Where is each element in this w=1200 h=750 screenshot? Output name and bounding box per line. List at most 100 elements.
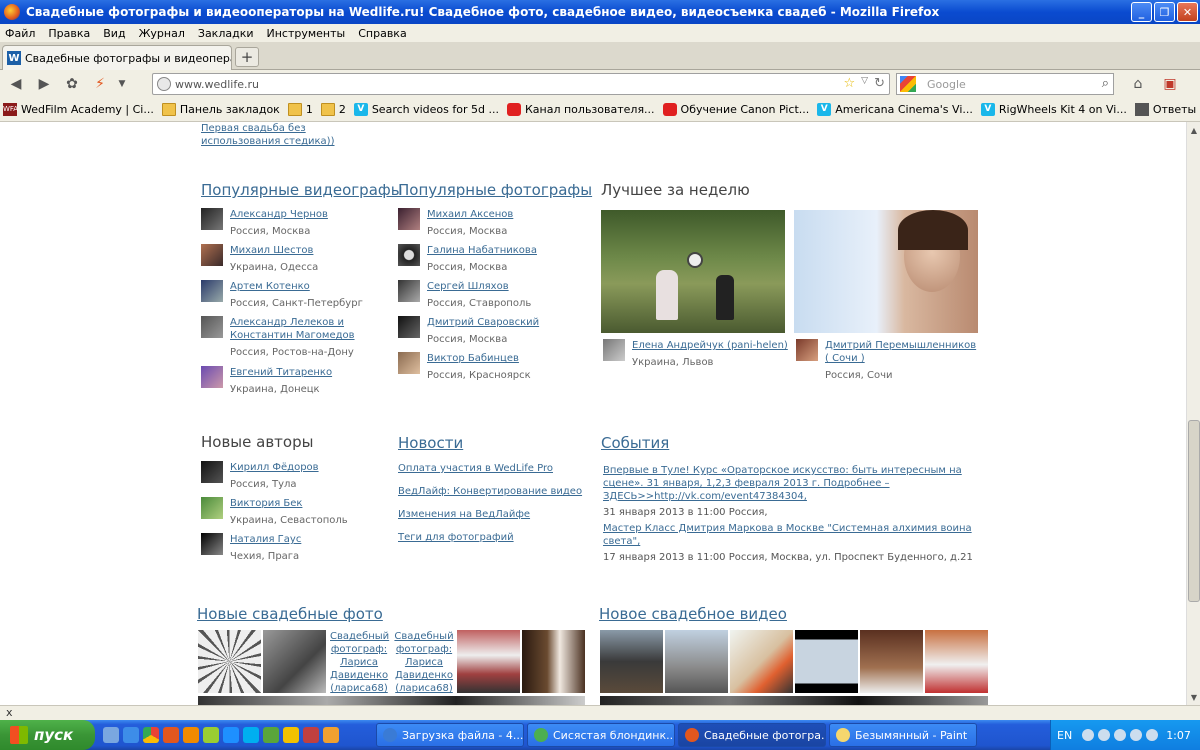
videographer-item[interactable]: Михаил Шестов Украина, Одесса: [201, 244, 396, 274]
best-week-author[interactable]: Дмитрий Перемышленников ( Сочи ) Россия, …: [796, 339, 981, 382]
scroll-down-icon[interactable]: ▼: [1188, 690, 1200, 704]
photographer-item[interactable]: Михаил Аксенов Россия, Москва: [398, 208, 588, 238]
skype-icon[interactable]: [243, 727, 259, 743]
photo-thumb[interactable]: [198, 696, 585, 705]
tray-icon[interactable]: [1098, 729, 1111, 741]
photographers-heading[interactable]: Популярные фотографы: [398, 181, 592, 199]
photo-thumb[interactable]: [457, 630, 520, 693]
menu-tools[interactable]: Инструменты: [267, 27, 346, 40]
start-button[interactable]: пуск: [0, 720, 95, 750]
video-thumb[interactable]: [730, 630, 793, 693]
ie-icon[interactable]: [123, 727, 139, 743]
menu-history[interactable]: Журнал: [139, 27, 185, 40]
restore-button[interactable]: ❐: [1154, 2, 1175, 22]
taskbar-window[interactable]: Свадебные фотогра...: [678, 723, 826, 747]
dropdown-icon[interactable]: ▼: [116, 73, 128, 95]
tray-icon[interactable]: [1114, 729, 1127, 741]
chrome-icon[interactable]: [143, 727, 159, 743]
forward-icon[interactable]: ▶: [32, 73, 56, 95]
status-close-icon[interactable]: x: [6, 706, 13, 719]
scroll-up-icon[interactable]: ▲: [1188, 123, 1200, 137]
taskbar-window[interactable]: Безымянный - Paint: [829, 723, 977, 747]
app-icon[interactable]: [203, 727, 219, 743]
news-item[interactable]: Теги для фотографий: [398, 532, 514, 543]
event-item[interactable]: Мастер Класс Дмитрия Маркова в Москве "С…: [603, 522, 993, 564]
bookmark-item[interactable]: Канал пользователя...: [506, 103, 655, 116]
tray-icon[interactable]: [1146, 729, 1159, 741]
menu-bookmarks[interactable]: Закладки: [198, 27, 254, 40]
video-thumb[interactable]: [925, 630, 988, 693]
video-thumb[interactable]: [795, 630, 858, 693]
new-video-heading[interactable]: Новое свадебное видео: [599, 605, 787, 623]
video-thumb[interactable]: [665, 630, 728, 693]
back-icon[interactable]: ◀: [4, 73, 28, 95]
event-item[interactable]: Впервые в Туле! Курс «Ораторское искусст…: [603, 464, 993, 519]
media-player-icon[interactable]: [283, 727, 299, 743]
app-icon[interactable]: [323, 727, 339, 743]
scroll-thumb[interactable]: [1188, 420, 1200, 602]
search-bar[interactable]: Google ⌕: [896, 73, 1114, 95]
photo-caption[interactable]: Свадебный фотограф: Лариса Давиденко (ла…: [394, 630, 454, 695]
new-photos-heading[interactable]: Новые свадебные фото: [197, 605, 383, 623]
bookmark-folder[interactable]: 2: [320, 103, 346, 116]
videographers-heading[interactable]: Популярные видеографы: [201, 181, 403, 199]
best-week-photo-2[interactable]: [794, 210, 978, 333]
video-thumb[interactable]: [600, 696, 988, 705]
page-scrollbar[interactable]: ▲ ▼: [1186, 122, 1200, 705]
new-author-item[interactable]: Виктория Бек Украина, Севастополь: [201, 497, 391, 527]
search-icon[interactable]: ⌕: [1102, 76, 1109, 91]
photo-thumb[interactable]: [263, 630, 326, 693]
best-week-author[interactable]: Елена Андрейчук (pani-helen) Украина, Льв…: [603, 339, 788, 369]
chevron-down-icon[interactable]: ▽: [861, 76, 868, 91]
language-indicator[interactable]: EN: [1057, 729, 1072, 742]
show-desktop-icon[interactable]: [103, 727, 119, 743]
photographer-item[interactable]: Сергей Шляхов Россия, Ставрополь: [398, 280, 588, 310]
menu-view[interactable]: Вид: [103, 27, 125, 40]
videographer-item[interactable]: Евгений Титаренко Украина, Донецк: [201, 366, 396, 396]
clock[interactable]: 1:07: [1166, 729, 1191, 742]
events-heading[interactable]: События: [601, 434, 669, 452]
new-author-item[interactable]: Наталия Гаус Чехия, Прага: [201, 533, 391, 563]
video-thumb[interactable]: [600, 630, 663, 693]
news-item[interactable]: Изменения на ВедЛайфе: [398, 509, 530, 520]
bookmark-item[interactable]: WFA WedFilm Academy | Ci...: [3, 103, 154, 116]
vlc-icon[interactable]: [183, 727, 199, 743]
flash-icon[interactable]: ⚡: [88, 73, 112, 95]
menu-help[interactable]: Справка: [358, 27, 406, 40]
photographer-item[interactable]: Галина Набатникова Россия, Москва: [398, 244, 588, 274]
videographer-item[interactable]: Александр Чернов Россия, Москва: [201, 208, 396, 238]
bookmark-item[interactable]: V RigWheels Kit 4 on Vi...: [980, 103, 1127, 116]
taskbar-window[interactable]: Загрузка файла - 4...: [376, 723, 524, 747]
address-bar[interactable]: www.wedlife.ru ☆ ▽ ↻: [152, 73, 890, 95]
photographer-item[interactable]: Виктор Бабинцев Россия, Красноярск: [398, 352, 588, 382]
menu-edit[interactable]: Правка: [48, 27, 90, 40]
new-author-item[interactable]: Кирилл Фёдоров Россия, Тула: [201, 461, 391, 491]
menu-file[interactable]: Файл: [5, 27, 35, 40]
tray-icon[interactable]: [1130, 729, 1143, 741]
addon-toolbar-icon[interactable]: ▣: [1158, 73, 1182, 95]
bookmark-folder[interactable]: Панель закладок: [161, 103, 280, 116]
bookmark-item[interactable]: Ответы на 105 вопр...: [1134, 103, 1200, 116]
videographer-item[interactable]: Александр Лелеков и Константин Магомедов…: [201, 316, 397, 359]
taskbar-window[interactable]: Сисястая блондинк...: [527, 723, 675, 747]
app-icon[interactable]: [303, 727, 319, 743]
new-tab-button[interactable]: +: [235, 47, 259, 67]
firefox-icon[interactable]: [163, 727, 179, 743]
app-icon[interactable]: [223, 727, 239, 743]
bookmark-item[interactable]: V Search videos for 5d ...: [353, 103, 499, 116]
top-link[interactable]: Первая свадьба без использования стедика…: [201, 122, 386, 148]
videographer-item[interactable]: Артем Котенко Россия, Санкт-Петербург: [201, 280, 396, 310]
tray-icon[interactable]: [1082, 729, 1095, 741]
photo-thumb[interactable]: [198, 630, 261, 693]
star-icon[interactable]: ☆: [844, 76, 856, 91]
minimize-button[interactable]: _: [1131, 2, 1152, 22]
news-item[interactable]: Оплата участия в WedLife Pro: [398, 463, 553, 474]
bookmark-folder[interactable]: 1: [287, 103, 313, 116]
tab-wedlife[interactable]: W Свадебные фотографы и видеоператор...: [2, 45, 232, 70]
home-icon[interactable]: ⌂: [1126, 73, 1150, 95]
news-heading[interactable]: Новости: [398, 434, 463, 452]
bookmark-item[interactable]: V Americana Cinema's Vi...: [817, 103, 973, 116]
utorrent-icon[interactable]: [263, 727, 279, 743]
bookmark-item[interactable]: Обучение Canon Pict...: [662, 103, 809, 116]
close-button[interactable]: ✕: [1177, 2, 1198, 22]
